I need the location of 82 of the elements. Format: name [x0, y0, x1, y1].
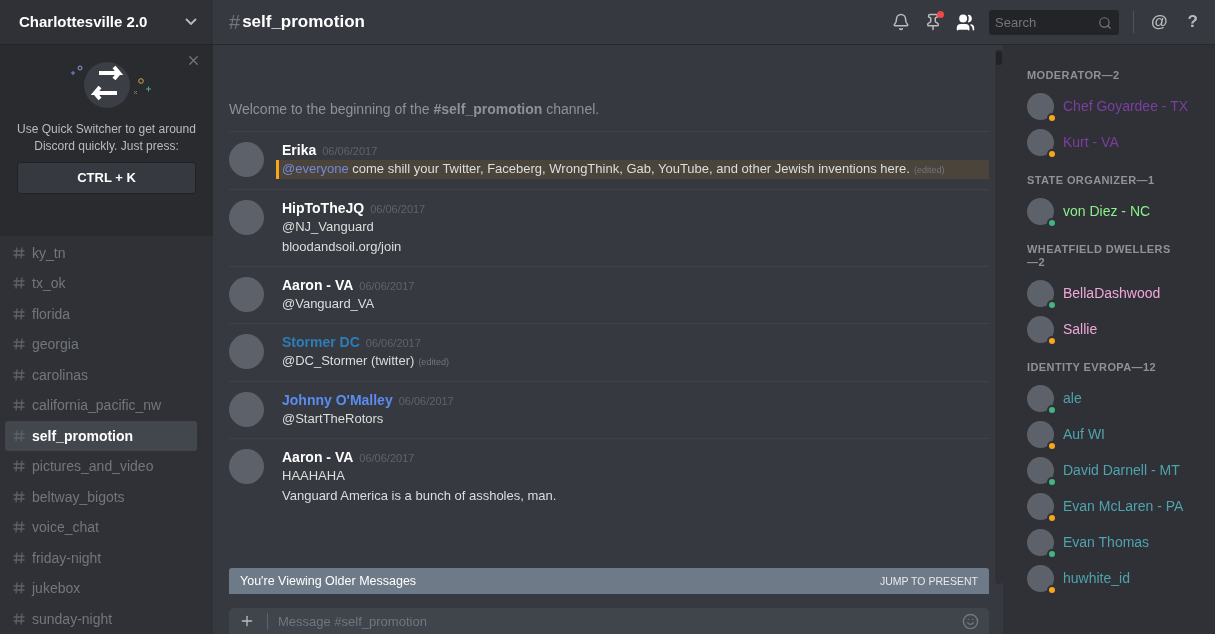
member-group-title: MODERATOR—2: [1027, 69, 1121, 82]
member-name[interactable]: David Darnell - MT: [1063, 462, 1180, 478]
member-avatar[interactable]: [1027, 315, 1054, 343]
channel-item[interactable]: california_pacific_nw: [5, 390, 197, 421]
message-text: Vanguard America is a bunch of assholes, man.: [282, 487, 558, 505]
notification-bell-icon[interactable]: [892, 13, 911, 31]
banner-text: You're Viewing Older Messages: [240, 574, 417, 588]
server-name: Charlottesville 2.0: [19, 13, 148, 31]
jump-to-present-button[interactable]: JUMP TO PRESENT: [879, 575, 978, 587]
welcome-text: Welcome to the beginning of the #self_promotion channel.: [229, 45, 989, 132]
author-name[interactable]: Aaron - VA: [282, 449, 354, 465]
member-name[interactable]: von Diez - NC: [1063, 203, 1151, 219]
author-name[interactable]: Stormer DC: [282, 334, 360, 350]
author-name[interactable]: Johnny O'Malley: [282, 392, 393, 408]
message-text: @everyone come shill your Twitter, Faceberg, WrongThink, Gab, YouTube, and other Jewish inventions here. (edited): [276, 160, 989, 179]
search-icon: [1098, 15, 1113, 30]
channel-item[interactable]: friday-night: [5, 542, 197, 573]
message-text: @DC_Stormer (twitter) (edited): [282, 352, 450, 370]
channel-item[interactable]: pictures_and_video: [5, 451, 197, 482]
search-field[interactable]: Search: [989, 9, 1120, 35]
member-avatar[interactable]: [1027, 420, 1054, 448]
mentions-button[interactable]: @: [1148, 12, 1171, 32]
channel-title: self_promotion: [242, 12, 365, 32]
member-avatar[interactable]: [1027, 92, 1054, 120]
channel-item[interactable]: beltway_bigots: [5, 481, 197, 512]
hash-icon: [13, 368, 25, 381]
help-button[interactable]: ?: [1184, 12, 1201, 32]
member-avatar[interactable]: [1027, 279, 1054, 307]
hash-icon: [13, 277, 25, 290]
member-name[interactable]: BellaDashwood: [1063, 285, 1161, 301]
channel-item[interactable]: sunday-night: [5, 603, 197, 634]
member-avatar[interactable]: [1027, 128, 1054, 156]
channel-item[interactable]: ky_tn: [5, 237, 197, 268]
scrollbar[interactable]: [995, 49, 1003, 584]
member-name[interactable]: Evan Thomas: [1063, 534, 1150, 550]
member-group-title: WHEATFIELD DWELLERS—2: [1027, 243, 1172, 269]
channel-item[interactable]: carolinas: [5, 359, 197, 390]
channel-item[interactable]: jukebox: [5, 573, 197, 604]
member-name[interactable]: ale: [1063, 390, 1082, 406]
author-name[interactable]: HipToTheJQ: [282, 200, 365, 216]
members-icon[interactable]: [956, 12, 976, 32]
quick-switcher-text: Use Quick Switcher to get around Discord quickly. Just press:: [16, 120, 197, 155]
shortcut-button[interactable]: CTRL + K: [17, 161, 196, 194]
channel-item[interactable]: voice_chat: [5, 512, 197, 543]
message-text: @Vanguard_VA: [282, 295, 376, 313]
member-avatar[interactable]: [1027, 456, 1054, 484]
hash-icon: [13, 399, 25, 412]
hash-icon: [13, 490, 25, 503]
member-group-title: IDENTITY EVROPA—12: [1027, 361, 1158, 374]
message-text: @StartTheRotors: [282, 410, 385, 428]
member-name[interactable]: Sallie: [1063, 321, 1098, 337]
chevron-down-icon: [185, 18, 197, 26]
member-name[interactable]: Auf WI: [1063, 426, 1105, 442]
hash-icon: [13, 307, 25, 320]
hash-icon: [13, 460, 25, 473]
member-name[interactable]: huwhite_id: [1063, 570, 1130, 586]
pin-icon[interactable]: [924, 13, 943, 31]
hash-icon: [13, 246, 25, 259]
hash-icon: [13, 582, 25, 595]
member-avatar[interactable]: [1027, 197, 1054, 225]
member-avatar[interactable]: [1027, 384, 1054, 412]
message-text: HAAHAHA: [282, 467, 346, 485]
channel-item[interactable]: self_promotion: [5, 420, 197, 451]
hash-icon: [13, 551, 25, 564]
channel-item[interactable]: tx_ok: [5, 268, 197, 299]
member-name[interactable]: Evan McLaren - PA: [1063, 498, 1184, 514]
message-text: bloodandsoil.org/join: [282, 238, 403, 256]
add-icon[interactable]: [239, 613, 255, 629]
author-name[interactable]: Erika: [282, 142, 317, 158]
hash-icon: [13, 612, 25, 625]
message-text: @NJ_Vanguard: [282, 218, 375, 236]
member-avatar[interactable]: [1027, 492, 1054, 520]
hash-icon: #: [229, 10, 241, 34]
member-avatar[interactable]: [1027, 564, 1054, 592]
hash-icon: [13, 338, 25, 351]
member-group-title: STATE ORGANIZER—1: [1027, 174, 1156, 187]
hash-icon: [13, 429, 25, 442]
author-name[interactable]: Aaron - VA: [282, 277, 354, 293]
channel-item[interactable]: georgia: [5, 329, 197, 360]
hash-icon: [13, 521, 25, 534]
member-avatar[interactable]: [1027, 528, 1054, 556]
channel-item[interactable]: florida: [5, 298, 197, 329]
